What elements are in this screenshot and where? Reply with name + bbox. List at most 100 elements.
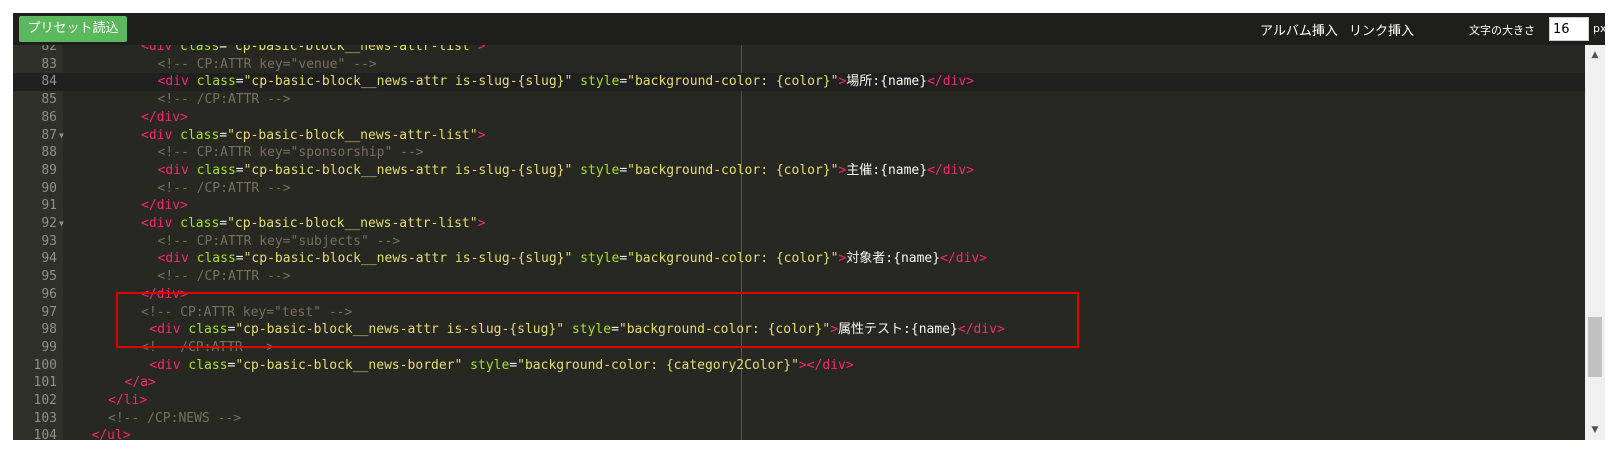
code-line[interactable]: 90 <!-- /CP:ATTR --> [13, 180, 1585, 198]
code-token: <!-- /CP:ATTR --> [157, 92, 291, 108]
code-line[interactable]: 100 <div class="cp-basic-block__news-bord… [13, 357, 1585, 375]
code-line[interactable]: 94 <div class="cp-basic-block__news-attr … [13, 250, 1585, 268]
code-content: </div> [141, 197, 188, 215]
code-token: </ [957, 322, 974, 338]
code-token: <!-- /CP:NEWS --> [108, 410, 242, 426]
code-token: ></ [798, 357, 823, 373]
code-content: <!-- /CP:ATTR --> [158, 268, 291, 286]
code-token: class [172, 216, 220, 231]
code-token: div [156, 286, 181, 302]
line-number: 97 [41, 304, 57, 320]
code-token: class [172, 45, 220, 54]
code-token: div [157, 322, 181, 338]
code-token: "cp-basic-block__news-attr is-slug-{slug… [235, 322, 565, 338]
code-line[interactable]: 92 ▼ <div class="cp-basic-block__news-attr… [13, 215, 1585, 233]
code-line[interactable]: 86 </div> [13, 109, 1585, 127]
code-token: < [149, 357, 158, 373]
line-number: 98 [41, 322, 57, 338]
code-line[interactable]: 88 <!-- CP:ATTR key="sponsorship" --> [13, 144, 1585, 162]
line-number: 86 [41, 109, 57, 125]
code-token: style [564, 322, 612, 338]
line-number: 104 [33, 428, 57, 440]
code-token: > [477, 127, 486, 143]
code-text-area[interactable]: 82 <div class="cp-basic-block__news-attr-… [13, 45, 1585, 440]
code-token: </ [124, 375, 141, 391]
code-token: div [165, 162, 189, 178]
code-token: div [148, 127, 173, 143]
code-line[interactable]: 93 <!-- CP:ATTR key="subjects" --> [13, 233, 1585, 251]
code-token: > [122, 428, 131, 440]
code-token: = [219, 216, 228, 231]
code-line[interactable]: 89 <div class="cp-basic-block__news-attr … [13, 162, 1585, 180]
code-token: ul [107, 428, 123, 440]
code-line[interactable]: 99 <!-- /CP:ATTR --> [13, 339, 1585, 357]
code-line[interactable]: 103 <!-- /CP:NEWS --> [13, 410, 1585, 428]
line-number: 102 [33, 393, 57, 408]
scrollbar-thumb[interactable] [1588, 317, 1602, 377]
code-line[interactable]: 95 <!-- /CP:ATTR --> [13, 268, 1585, 286]
code-line[interactable]: 98 <div class="cp-basic-block__news-attr … [13, 321, 1585, 339]
code-content: </a> [125, 374, 156, 392]
line-number: 85 [41, 92, 57, 108]
code-token: div [165, 251, 189, 267]
code-line[interactable]: 102 </li> [13, 392, 1585, 410]
code-token: 場所:{name} [846, 74, 928, 90]
code-token: = [509, 357, 518, 373]
fold-arrow-icon[interactable]: ▼ [59, 215, 64, 233]
code-content: </ul> [92, 427, 131, 440]
code-token: 主催:{name} [846, 162, 928, 178]
code-token: style [462, 357, 510, 373]
code-line[interactable]: 91 </div> [13, 197, 1585, 215]
fold-arrow-icon[interactable]: ▼ [59, 127, 64, 145]
code-token: <!-- /CP:ATTR --> [141, 339, 275, 355]
font-size-unit: px [1593, 22, 1605, 35]
code-token: "background-color: {color}" [627, 251, 839, 267]
code-token: style [572, 162, 620, 178]
line-number: 84 [41, 74, 57, 90]
code-content: <!-- /CP:ATTR --> [158, 180, 291, 198]
code-token: > [830, 322, 839, 338]
code-token: div [942, 162, 967, 178]
code-token: > [139, 393, 148, 408]
code-token: = [235, 74, 244, 90]
code-token: </ [141, 286, 157, 302]
code-token: div [822, 357, 846, 373]
line-number: 93 [41, 233, 57, 249]
code-token: class [180, 322, 228, 338]
code-token: <!-- CP:ATTR key="test" --> [141, 304, 353, 320]
code-line[interactable]: 101 </a> [13, 374, 1585, 392]
code-editor-window: プリセット読込 アルバム挿入 リンク挿入 文字の大きさ px 82<div cl… [13, 13, 1605, 440]
code-token: > [477, 216, 486, 231]
scroll-up-arrow-icon[interactable]: ▲ [1585, 47, 1605, 63]
code-token: < [141, 45, 149, 54]
code-token: class [188, 251, 236, 267]
code-line[interactable]: 87 ▼ <div class="cp-basic-block__news-attr… [13, 127, 1585, 145]
code-token: > [966, 162, 975, 178]
code-line[interactable]: 96 </div> [13, 286, 1585, 304]
scroll-down-arrow-icon[interactable]: ▼ [1585, 422, 1605, 438]
code-line[interactable]: 104 </ul> [13, 427, 1585, 440]
code-content: <div class="cp-basic-block__news-attr is… [149, 321, 1005, 339]
code-token: > [477, 45, 486, 54]
code-line[interactable]: 97 <!-- CP:ATTR key="test" --> [13, 304, 1585, 322]
album-insert-link[interactable]: アルバム挿入 [1260, 20, 1338, 39]
vertical-scrollbar[interactable]: ▲ ▼ [1585, 45, 1605, 440]
code-token: = [611, 322, 619, 338]
code-content: <div class="cp-basic-block__news-attr-li… [141, 127, 485, 145]
link-insert-link[interactable]: リンク挿入 [1349, 20, 1414, 39]
code-token: <!-- /CP:ATTR --> [157, 269, 291, 285]
code-token: "background-color: {category2Color}" [517, 357, 799, 373]
code-line[interactable]: 82 <div class="cp-basic-block__news-attr-… [13, 45, 1585, 56]
font-size-input[interactable] [1549, 17, 1589, 41]
code-token: div [156, 198, 181, 214]
code-line[interactable]: 84 <div class="cp-basic-block__news-attr … [13, 73, 1585, 92]
code-line[interactable]: 83 <!-- CP:ATTR key="venue" --> [13, 56, 1585, 74]
code-token: <!-- CP:ATTR key="venue" --> [157, 56, 377, 72]
code-content: <div class="cp-basic-block__news-attr-li… [141, 45, 485, 56]
code-token: <!-- CP:ATTR key="sponsorship" --> [157, 145, 424, 161]
preset-load-button[interactable]: プリセット読込 [19, 16, 127, 42]
code-content: <div class="cp-basic-block__news-attr is… [158, 162, 975, 180]
code-token: </ [141, 109, 157, 125]
code-line[interactable]: 85 <!-- /CP:ATTR --> [13, 91, 1585, 109]
code-token: "background-color: {color}" [627, 162, 839, 178]
